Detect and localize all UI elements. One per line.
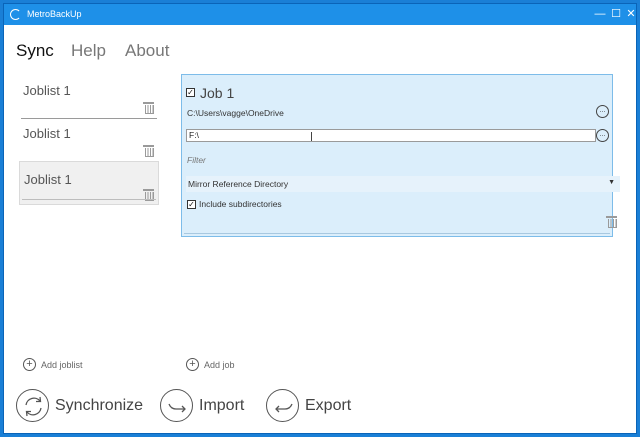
title-bar[interactable]: MetroBackUp — ☐ ✕ (4, 4, 636, 25)
maximize-button[interactable]: ☐ (608, 7, 624, 22)
export-label: Export (305, 397, 352, 414)
plus-icon: + (186, 358, 199, 371)
job-enabled-checkbox[interactable]: ✓ (186, 88, 195, 97)
export-icon (266, 389, 299, 422)
job-panel: ✓ Job 1 C:\Users\vagge\OneDrive ... F:\ … (181, 74, 620, 237)
trash-icon[interactable] (143, 102, 154, 114)
close-button[interactable]: ✕ (623, 7, 636, 22)
chevron-down-icon: ▼ (608, 179, 615, 186)
joblist-underline (21, 118, 157, 119)
tab-help[interactable]: Help (71, 41, 106, 61)
filter-input[interactable]: Filter (187, 155, 206, 165)
mode-value: Mirror Reference Directory (188, 179, 289, 189)
plus-icon: + (23, 358, 36, 371)
panel-divider (184, 233, 610, 234)
joblist-underline (22, 199, 156, 200)
synchronize-label: Synchronize (55, 397, 144, 414)
browse-source-button[interactable]: ... (596, 105, 609, 118)
app-window: MetroBackUp — ☐ ✕ Sync Help About Joblis… (3, 3, 637, 434)
joblist-item[interactable]: Joblist 1 (19, 77, 159, 119)
sync-app-icon (10, 9, 21, 20)
joblist-name: Joblist 1 (24, 172, 72, 187)
browse-destination-button[interactable]: ... (596, 129, 609, 142)
text-cursor-icon (311, 132, 316, 141)
import-icon (160, 389, 193, 422)
joblist-name: Joblist 1 (23, 83, 71, 98)
job-title: Job 1 (200, 85, 235, 101)
add-joblist-label: Add joblist (41, 360, 83, 370)
joblist-name: Joblist 1 (23, 126, 71, 141)
tab-sync[interactable]: Sync (16, 41, 54, 61)
include-subdirectories-label: Include subdirectories (199, 199, 282, 209)
window-title: MetroBackUp (27, 9, 82, 19)
trash-icon[interactable] (606, 216, 617, 228)
mode-select[interactable]: Mirror Reference Directory ▼ (186, 176, 620, 192)
tab-about[interactable]: About (125, 41, 169, 61)
trash-icon[interactable] (143, 145, 154, 157)
joblist-item-selected[interactable]: Joblist 1 (19, 161, 159, 205)
include-subdirectories-checkbox[interactable]: ✓ (187, 200, 196, 209)
joblist-item[interactable]: Joblist 1 (19, 120, 159, 162)
sync-icon (16, 389, 49, 422)
destination-field[interactable]: F:\ (186, 129, 596, 142)
minimize-button[interactable]: — (592, 7, 608, 22)
add-job-label: Add job (204, 360, 235, 370)
import-label: Import (199, 397, 245, 414)
source-path[interactable]: C:\Users\vagge\OneDrive (187, 108, 284, 118)
